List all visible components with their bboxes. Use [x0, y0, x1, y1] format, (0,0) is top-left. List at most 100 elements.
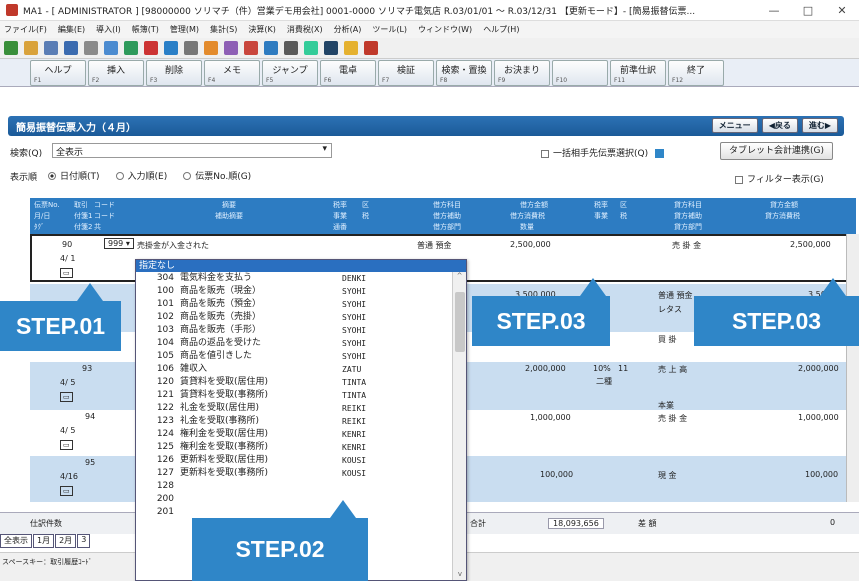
dropdown-item[interactable]: 120 賃貸料を受取(居住用) TINTA	[136, 376, 466, 389]
tool-icon[interactable]	[224, 41, 238, 55]
scroll-up-icon[interactable]: ^	[453, 272, 466, 280]
tab-mar[interactable]: 3	[77, 534, 91, 548]
dropdown-selected-item[interactable]: 指定なし	[136, 260, 466, 272]
dropdown-item-code: 106	[156, 364, 174, 374]
menu-summary[interactable]: 集計(S)	[210, 24, 237, 35]
next-button[interactable]: 進む▶	[801, 118, 838, 133]
dropdown-item[interactable]: 125 権利金を受取(事務所) KENRI	[136, 441, 466, 454]
fkey-prev-journal[interactable]: 前準仕訳 F11	[610, 60, 666, 86]
tab-all[interactable]: 全表示	[0, 534, 32, 548]
tab-jan[interactable]: 1月	[33, 534, 55, 548]
tool-icon[interactable]	[264, 41, 278, 55]
tool-icon[interactable]	[304, 41, 318, 55]
fkey-help[interactable]: ヘルプ F1	[30, 60, 86, 86]
fkey-search-replace[interactable]: 検索・置換 F8	[436, 60, 492, 86]
back-button[interactable]: ◀戻る	[761, 118, 798, 133]
step-pointer	[820, 278, 846, 296]
dropdown-item[interactable]: 128	[136, 480, 466, 493]
credit-amount: 2,500,000	[790, 240, 831, 249]
tool-icon[interactable]	[344, 41, 358, 55]
info-icon[interactable]	[654, 149, 664, 158]
filter-checkbox[interactable]: フィルター表示(G)	[735, 172, 824, 185]
maximize-button[interactable]: □	[791, 4, 825, 17]
menu-edit[interactable]: 編集(E)	[58, 24, 85, 35]
dropdown-item[interactable]: 127 更新料を受取(事務所) KOUSI	[136, 467, 466, 480]
tool-icon[interactable]	[64, 41, 78, 55]
tool-icon[interactable]	[244, 41, 258, 55]
tool-icon[interactable]	[324, 41, 338, 55]
fkey-memo[interactable]: メモ F4	[204, 60, 260, 86]
fkey-verify[interactable]: 検証 F7	[378, 60, 434, 86]
dropdown-item[interactable]: 126 更新料を受取(居住用) KOUSI	[136, 454, 466, 467]
dropdown-scrollbar[interactable]: ^ v	[452, 272, 466, 580]
dropdown-item[interactable]: 105 商品を値引きした SYOHI	[136, 350, 466, 363]
menu-tax[interactable]: 消費税(X)	[287, 24, 323, 35]
tool-icon[interactable]	[44, 41, 58, 55]
tag-icon[interactable]: ▭	[60, 440, 73, 450]
menu-setup[interactable]: 導入(I)	[96, 24, 121, 35]
dropdown-item[interactable]: 101 商品を販売（預金） SYOHI	[136, 298, 466, 311]
radio-input-order[interactable]: 入力順(E)	[115, 169, 167, 182]
dropdown-item[interactable]: 103 商品を販売（手形） SYOHI	[136, 324, 466, 337]
transaction-code-input[interactable]: 999 ▾	[104, 238, 134, 249]
icon-toolbar	[0, 38, 859, 59]
entry-count-label: 仕訳件数	[30, 519, 62, 528]
dropdown-item[interactable]: 102 商品を販売（売掛） SYOHI	[136, 311, 466, 324]
tag-icon[interactable]: ▭	[60, 392, 73, 402]
radio-date-order[interactable]: 日付順(T)	[48, 169, 100, 182]
fkey-calculator[interactable]: 電卓 F6	[320, 60, 376, 86]
tablet-link-button[interactable]: タブレット会計連携(G)	[720, 142, 833, 160]
minimize-button[interactable]: —	[757, 4, 791, 17]
fkey-jump[interactable]: ジャンプ F5	[262, 60, 318, 86]
col-header: 事業	[594, 212, 608, 220]
menu-window[interactable]: ウィンドウ(W)	[418, 24, 472, 35]
dropdown-item[interactable]: 100 商品を販売（現金） SYOHI	[136, 285, 466, 298]
dropdown-item-name: 礼金を受取(事務所)	[180, 416, 260, 426]
fkey-exit[interactable]: 終了 F12	[668, 60, 724, 86]
dropdown-item[interactable]: 104 商品の返品を受けた SYOHI	[136, 337, 466, 350]
col-header: 貸方部門	[674, 223, 702, 231]
menu-file[interactable]: ファイル(F)	[4, 24, 47, 35]
fkey-delete[interactable]: 削除 F3	[146, 60, 202, 86]
menu-analysis[interactable]: 分析(A)	[334, 24, 362, 35]
dropdown-item[interactable]: 106 雑収入 ZATU	[136, 363, 466, 376]
radio-voucher-order[interactable]: 伝票No.順(G)	[183, 169, 251, 182]
fkey-number: F8	[440, 77, 448, 84]
bulk-select-checkbox[interactable]: 一括相手先伝票選択(Q)	[541, 146, 664, 159]
tag-icon[interactable]: ▭	[60, 486, 73, 496]
scroll-down-icon[interactable]: v	[453, 570, 467, 578]
scroll-thumb[interactable]	[455, 292, 465, 352]
tool-icon[interactable]	[24, 41, 38, 55]
menu-manage[interactable]: 管理(M)	[170, 24, 199, 35]
tool-icon[interactable]	[84, 41, 98, 55]
tool-icon[interactable]	[4, 41, 18, 55]
dropdown-item[interactable]: 122 礼金を受取(居住用) REIKI	[136, 402, 466, 415]
dropdown-item-code: 123	[156, 416, 174, 426]
tool-icon[interactable]	[204, 41, 218, 55]
menu-button[interactable]: メニュー	[711, 118, 758, 133]
tool-icon[interactable]	[284, 41, 298, 55]
dropdown-item[interactable]: 123 礼金を受取(事務所) REIKI	[136, 415, 466, 428]
dropdown-item[interactable]: 121 賃貸料を受取(事務所) TINTA	[136, 389, 466, 402]
dropdown-item[interactable]: 200	[136, 493, 466, 506]
search-select[interactable]: 全表示 ▾	[52, 143, 332, 158]
fkey-f10[interactable]: F10	[552, 60, 608, 86]
fkey-insert[interactable]: 挿入 F2	[88, 60, 144, 86]
tab-feb[interactable]: 2月	[55, 534, 77, 548]
menu-books[interactable]: 帳簿(T)	[132, 24, 159, 35]
tag-icon[interactable]: ▭	[60, 268, 73, 278]
dropdown-item[interactable]: 124 権利金を受取(居住用) KENRI	[136, 428, 466, 441]
grid-scrollbar[interactable]	[846, 234, 859, 502]
menu-closing[interactable]: 決算(K)	[248, 24, 276, 35]
close-button[interactable]: ✕	[825, 4, 859, 17]
menu-help[interactable]: ヘルプ(H)	[483, 24, 519, 35]
tool-icon[interactable]	[164, 41, 178, 55]
tool-icon[interactable]	[124, 41, 138, 55]
tool-icon[interactable]	[104, 41, 118, 55]
fkey-template[interactable]: お決まり F9	[494, 60, 550, 86]
tool-icon[interactable]	[184, 41, 198, 55]
menu-tools[interactable]: ツール(L)	[372, 24, 407, 35]
dropdown-item[interactable]: 304 電気料金を支払う DENKI	[136, 272, 466, 285]
tool-icon[interactable]	[144, 41, 158, 55]
tool-icon[interactable]	[364, 41, 378, 55]
